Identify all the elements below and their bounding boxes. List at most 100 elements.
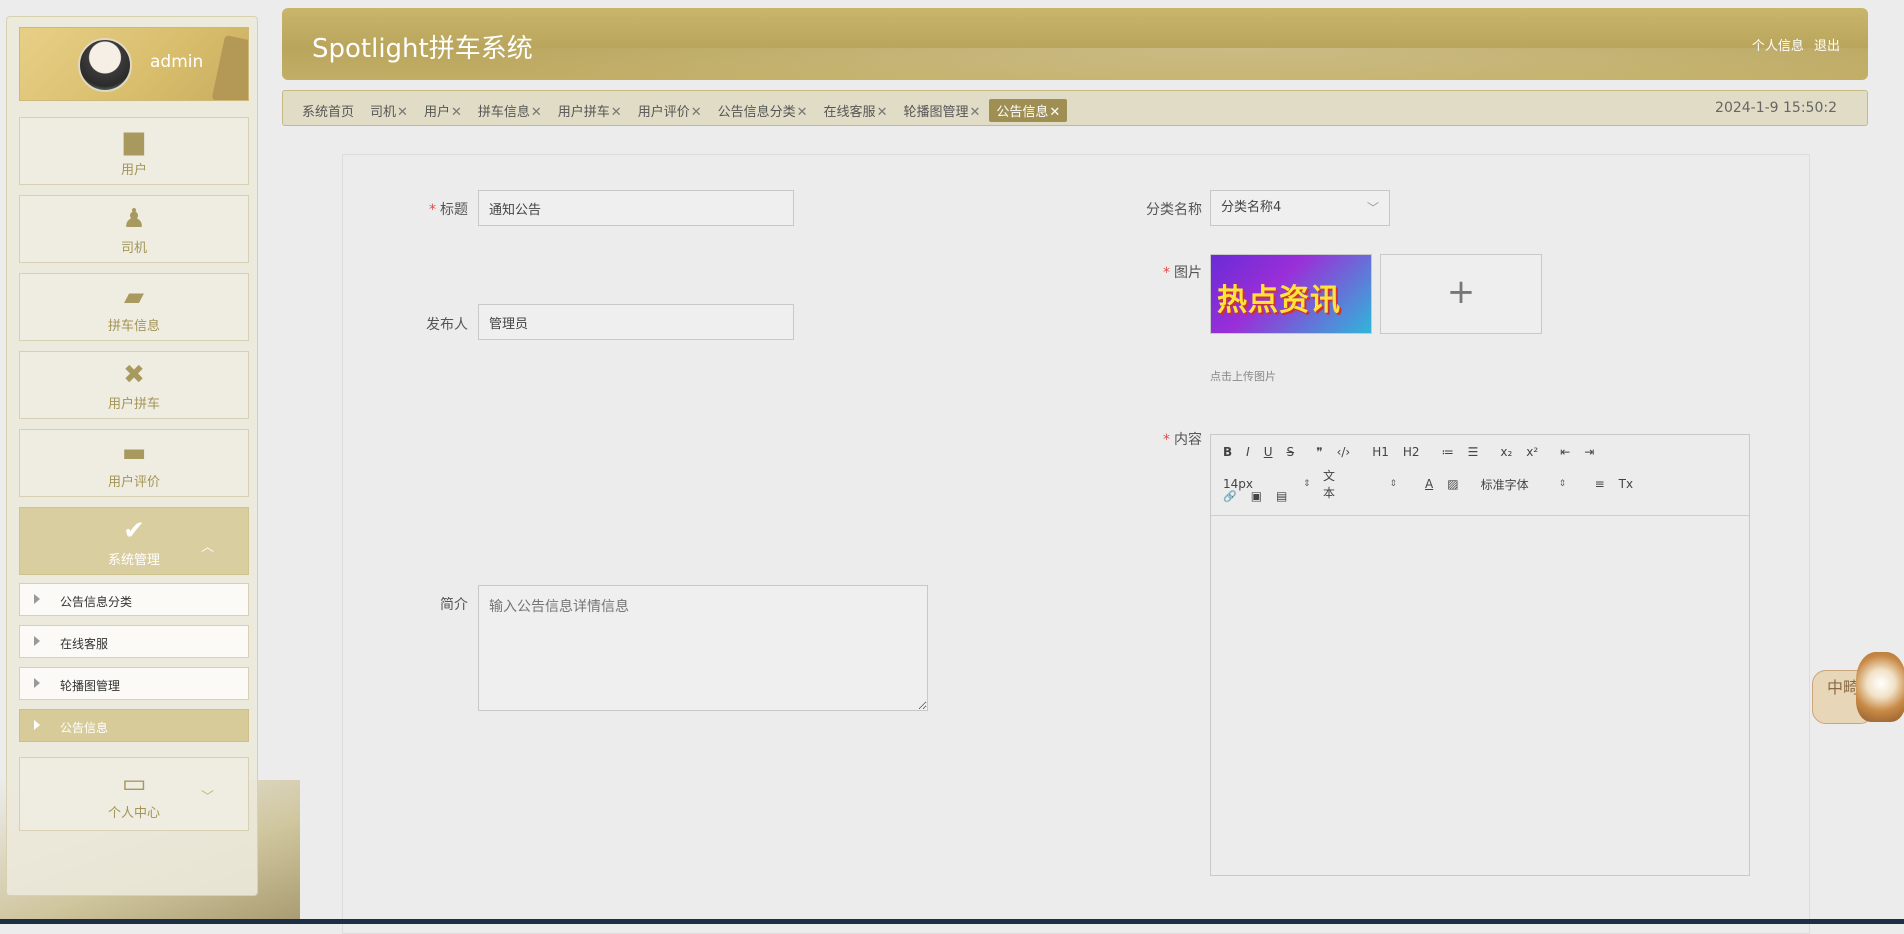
wallet-icon: ▰	[124, 281, 144, 312]
bold-button[interactable]: B	[1223, 445, 1232, 459]
font-family-select[interactable]: 标准字体 ⇕	[1481, 476, 1581, 493]
category-value: 分类名称4	[1221, 200, 1282, 215]
submenu-label: 公告信息分类	[60, 595, 133, 609]
sidebar-item-system-management[interactable]: ✔ 系统管理 ︿	[19, 507, 249, 575]
category-select[interactable]: 分类名称4 ﹀	[1210, 190, 1390, 226]
close-icon[interactable]: ✕	[397, 105, 408, 120]
sidebar-item-drivers[interactable]: ♟ 司机	[19, 195, 249, 263]
logout-link[interactable]: 退出	[1814, 39, 1840, 54]
chevron-up-icon: ︿	[200, 540, 214, 555]
sidebar: admin ▆ 用户 ♟ 司机 ▰ 拼车信息 ✖ 用户拼车 ▬ 用户评价 ✔ 系…	[6, 16, 258, 896]
sidebar-item-label: 用户评价	[107, 474, 160, 490]
publisher-input[interactable]	[478, 304, 794, 340]
subscript-button[interactable]: x₂	[1500, 445, 1512, 459]
font-color-button[interactable]: A	[1425, 477, 1433, 491]
tab-label: 拼车信息	[477, 105, 530, 120]
sidebar-item-carpool-info[interactable]: ▰ 拼车信息	[19, 273, 249, 341]
upload-image-button[interactable]: +	[1380, 254, 1542, 334]
clipboard-x-icon: ✖	[123, 359, 145, 390]
submenu-item-notice-category[interactable]: 公告信息分类	[19, 583, 249, 616]
image-label: * 图片	[1112, 262, 1202, 282]
image-caption: 热点资讯	[1217, 283, 1341, 318]
tab-carpool-info[interactable]: 拼车信息✕	[471, 99, 549, 122]
image-icon[interactable]: ▣	[1251, 489, 1262, 503]
sort-arrows-icon: ⇕	[1303, 479, 1311, 489]
h1-button[interactable]: H1	[1372, 445, 1389, 459]
clear-format-button[interactable]: Tx	[1619, 477, 1633, 491]
editor-toolbar: B I U S ❞ ‹/› H1 H2 ≔ ☰ x₂ x² ⇤ ⇥ 14px ⇕ …	[1211, 435, 1749, 516]
indent-button[interactable]: ⇥	[1584, 445, 1594, 459]
sidebar-item-personal-center[interactable]: ▭ 个人中心 ﹀	[19, 757, 249, 831]
rich-text-editor[interactable]: B I U S ❞ ‹/› H1 H2 ≔ ☰ x₂ x² ⇤ ⇥ 14px ⇕ …	[1210, 434, 1750, 876]
close-icon[interactable]: ✕	[797, 105, 808, 120]
submenu-label: 轮播图管理	[60, 679, 121, 693]
tab-drivers[interactable]: 司机✕	[363, 99, 415, 122]
tab-bar: 系统首页 司机✕ 用户✕ 拼车信息✕ 用户拼车✕ 用户评价✕ 公告信息分类✕ 在…	[282, 90, 1868, 126]
profile-link[interactable]: 个人信息	[1752, 39, 1804, 54]
sidebar-item-users[interactable]: ▆ 用户	[19, 117, 249, 185]
outdent-button[interactable]: ⇤	[1560, 445, 1570, 459]
bullet-list-button[interactable]: ☰	[1468, 445, 1479, 459]
tab-label: 用户拼车	[557, 105, 610, 120]
brush-icon: ▆	[124, 125, 144, 156]
tab-user-carpool[interactable]: 用户拼车✕	[551, 99, 629, 122]
tab-carousel[interactable]: 轮播图管理✕	[896, 99, 987, 122]
link-icon[interactable]: 🔗	[1223, 490, 1237, 503]
superscript-button[interactable]: x²	[1526, 445, 1538, 459]
tab-online-service[interactable]: 在线客服✕	[817, 99, 895, 122]
dog-icon	[1856, 652, 1904, 722]
datetime: 2024-1-9 15:50:2	[1715, 100, 1837, 116]
video-icon[interactable]: ▤	[1276, 489, 1287, 503]
background-color-button[interactable]: ▨	[1447, 477, 1458, 491]
content-label-text: 内容	[1174, 432, 1202, 448]
close-icon[interactable]: ✕	[969, 105, 980, 120]
align-button[interactable]: ≡	[1595, 477, 1605, 491]
ordered-list-button[interactable]: ≔	[1442, 445, 1454, 459]
tab-home[interactable]: 系统首页	[295, 99, 361, 122]
mascot-widget[interactable]: 中畸	[1812, 652, 1904, 730]
avatar[interactable]	[78, 38, 132, 92]
sidebar-item-user-reviews[interactable]: ▬ 用户评价	[19, 429, 249, 497]
code-button[interactable]: ‹/›	[1337, 445, 1351, 459]
text-style-select[interactable]: 文本 ⇕	[1323, 467, 1411, 501]
tab-notice[interactable]: 公告信息✕	[989, 99, 1068, 122]
clipboard-check-icon: ✔	[123, 515, 145, 546]
close-icon[interactable]: ✕	[691, 105, 702, 120]
title-input[interactable]	[478, 190, 794, 226]
caret-right-icon	[34, 636, 40, 646]
tab-user-reviews[interactable]: 用户评价✕	[631, 99, 709, 122]
blockquote-button[interactable]: ❞	[1316, 445, 1322, 459]
tab-users[interactable]: 用户✕	[417, 99, 469, 122]
content-label: * 内容	[1112, 429, 1202, 449]
person-icon: ♟	[122, 203, 146, 234]
font-family-value: 标准字体	[1480, 477, 1529, 492]
title-label-text: 标题	[440, 202, 468, 218]
sort-arrows-icon: ⇕	[1558, 479, 1567, 489]
close-icon[interactable]: ✕	[877, 105, 888, 120]
underline-button[interactable]: U	[1264, 445, 1273, 459]
sidebar-item-user-carpool[interactable]: ✖ 用户拼车	[19, 351, 249, 419]
submenu-item-online-service[interactable]: 在线客服	[19, 625, 249, 658]
summary-textarea[interactable]	[478, 585, 928, 711]
sidebar-item-label: 用户拼车	[107, 396, 160, 412]
summary-label: 简介	[440, 597, 468, 613]
close-icon[interactable]: ✕	[611, 105, 622, 120]
submenu-label: 公告信息	[60, 721, 109, 735]
top-header: Spotlight拼车系统 个人信息 退出	[282, 8, 1868, 80]
caret-right-icon	[34, 678, 40, 688]
close-icon[interactable]: ✕	[451, 105, 462, 120]
uploaded-image[interactable]: 热点资讯	[1210, 254, 1372, 334]
title-label: * 标题	[378, 199, 468, 219]
submenu-item-carousel[interactable]: 轮播图管理	[19, 667, 249, 700]
submenu-item-notice[interactable]: 公告信息	[19, 709, 249, 742]
strike-button[interactable]: S	[1287, 445, 1295, 459]
briefcase-icon: ▬	[121, 437, 147, 468]
italic-button[interactable]: I	[1246, 445, 1250, 459]
sidebar-item-label: 系统管理	[107, 552, 160, 568]
close-icon[interactable]: ✕	[531, 105, 542, 120]
tab-label: 在线客服	[823, 105, 876, 120]
close-icon[interactable]: ✕	[1049, 105, 1060, 120]
tab-notice-category[interactable]: 公告信息分类✕	[711, 99, 815, 122]
required-mark: *	[1163, 432, 1170, 448]
h2-button[interactable]: H2	[1403, 445, 1420, 459]
